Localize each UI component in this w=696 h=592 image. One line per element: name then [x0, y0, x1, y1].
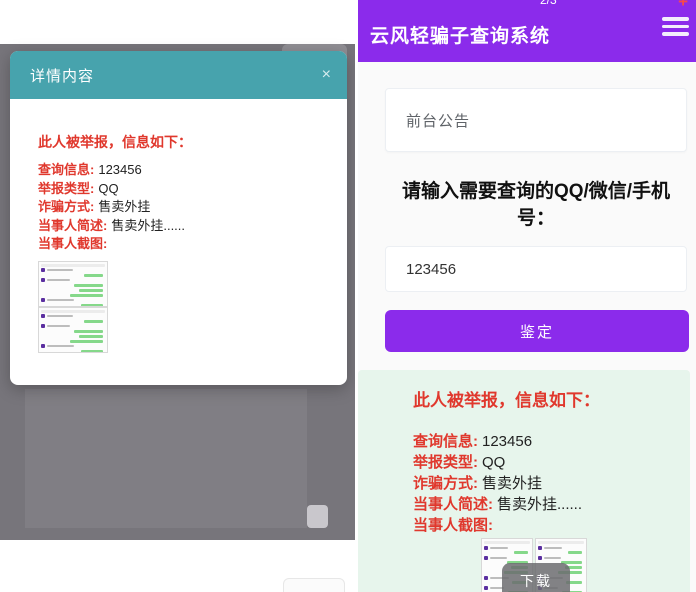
field-fraud-method: 诈骗方式: 售卖外挂	[38, 198, 327, 217]
detail-modal-body: 此人被举报，信息如下： 查询信息: 123456 举报类型: QQ 诈骗方式: 售卖外…	[10, 99, 347, 353]
report-heading: 此人被举报，信息如下：	[38, 133, 327, 151]
detail-modal: 详情内容 × 此人被举报，信息如下： 查询信息: 123456 举报类型: QQ 诈…	[10, 51, 347, 385]
field-value: QQ	[98, 181, 118, 196]
field-label: 当事人截图:	[38, 236, 107, 251]
field-value: 售卖外挂	[482, 475, 542, 492]
field-label: 诈骗方式:	[38, 199, 94, 214]
chat-screenshot-thumbnail[interactable]	[38, 261, 108, 307]
field-label: 举报类型:	[38, 181, 94, 196]
field-query-info: 查询信息: 123456	[38, 161, 327, 180]
field-party-summary: 当事人简述: 售卖外挂......	[38, 217, 327, 236]
dimmed-background-button	[307, 505, 328, 528]
announcement-text: 前台公告	[406, 110, 470, 131]
download-button[interactable]: 下载	[502, 563, 570, 592]
field-query-info: 查询信息:123456	[413, 431, 690, 452]
field-label: 查询信息:	[38, 162, 94, 177]
menu-icon[interactable]	[662, 17, 689, 40]
announcement-card: 前台公告	[385, 88, 687, 152]
field-label: 诈骗方式:	[413, 475, 478, 492]
field-value: QQ	[482, 454, 505, 471]
field-label: 查询信息:	[413, 433, 478, 450]
scammer-query-app: 2/3 + 云风轻骗子查询系统 前台公告 请输入需要查询的QQ/微信/手机号： …	[358, 0, 696, 592]
detail-modal-header: 详情内容 ×	[10, 51, 347, 99]
screenshot-thumbnails	[38, 261, 327, 353]
query-input[interactable]	[385, 246, 687, 292]
field-label: 举报类型:	[413, 454, 478, 471]
field-value: 售卖外挂......	[497, 496, 582, 513]
dimmed-background-panel	[25, 389, 307, 528]
plus-icon: +	[678, 0, 688, 12]
field-label: 当事人截图:	[413, 517, 493, 534]
field-label: 当事人简述:	[413, 496, 493, 513]
result-heading: 此人被举报，信息如下：	[413, 390, 690, 411]
field-fraud-method: 诈骗方式:售卖外挂	[413, 473, 690, 494]
left-dimmed-page: 详情内容 × 此人被举报，信息如下： 查询信息: 123456 举报类型: QQ 诈…	[0, 0, 355, 592]
query-heading: 请输入需要查询的QQ/微信/手机号：	[385, 178, 687, 232]
chat-screenshot-thumbnail[interactable]	[38, 307, 108, 353]
app-header: 2/3 + 云风轻骗子查询系统	[358, 0, 696, 62]
close-icon[interactable]: ×	[322, 67, 331, 83]
field-party-summary: 当事人简述:售卖外挂......	[413, 494, 690, 515]
detail-modal-title: 详情内容	[30, 65, 94, 86]
app-body: 前台公告 请输入需要查询的QQ/微信/手机号： 鉴定 此人被举报，信息如下： 查…	[358, 88, 696, 592]
field-report-type: 举报类型:QQ	[413, 452, 690, 473]
bottom-cropped-button[interactable]	[283, 578, 345, 592]
field-party-screenshot: 当事人截图:	[413, 515, 690, 536]
field-party-screenshot: 当事人截图:	[38, 235, 327, 254]
field-value: 售卖外挂	[98, 199, 150, 214]
field-value: 售卖外挂......	[111, 218, 185, 233]
field-value: 123456	[98, 162, 141, 177]
field-report-type: 举报类型: QQ	[38, 180, 327, 199]
identify-button[interactable]: 鉴定	[385, 310, 689, 352]
screen: 详情内容 × 此人被举报，信息如下： 查询信息:123456 举报类型:QQ 诈…	[0, 0, 696, 592]
page-indicator: 2/3	[540, 0, 557, 7]
result-panel: 此人被举报，信息如下： 查询信息:123456 举报类型:QQ 诈骗方式:售卖外…	[358, 370, 690, 592]
app-title: 云风轻骗子查询系统	[370, 21, 550, 48]
field-value: 123456	[482, 433, 532, 450]
field-label: 当事人简述:	[38, 218, 107, 233]
